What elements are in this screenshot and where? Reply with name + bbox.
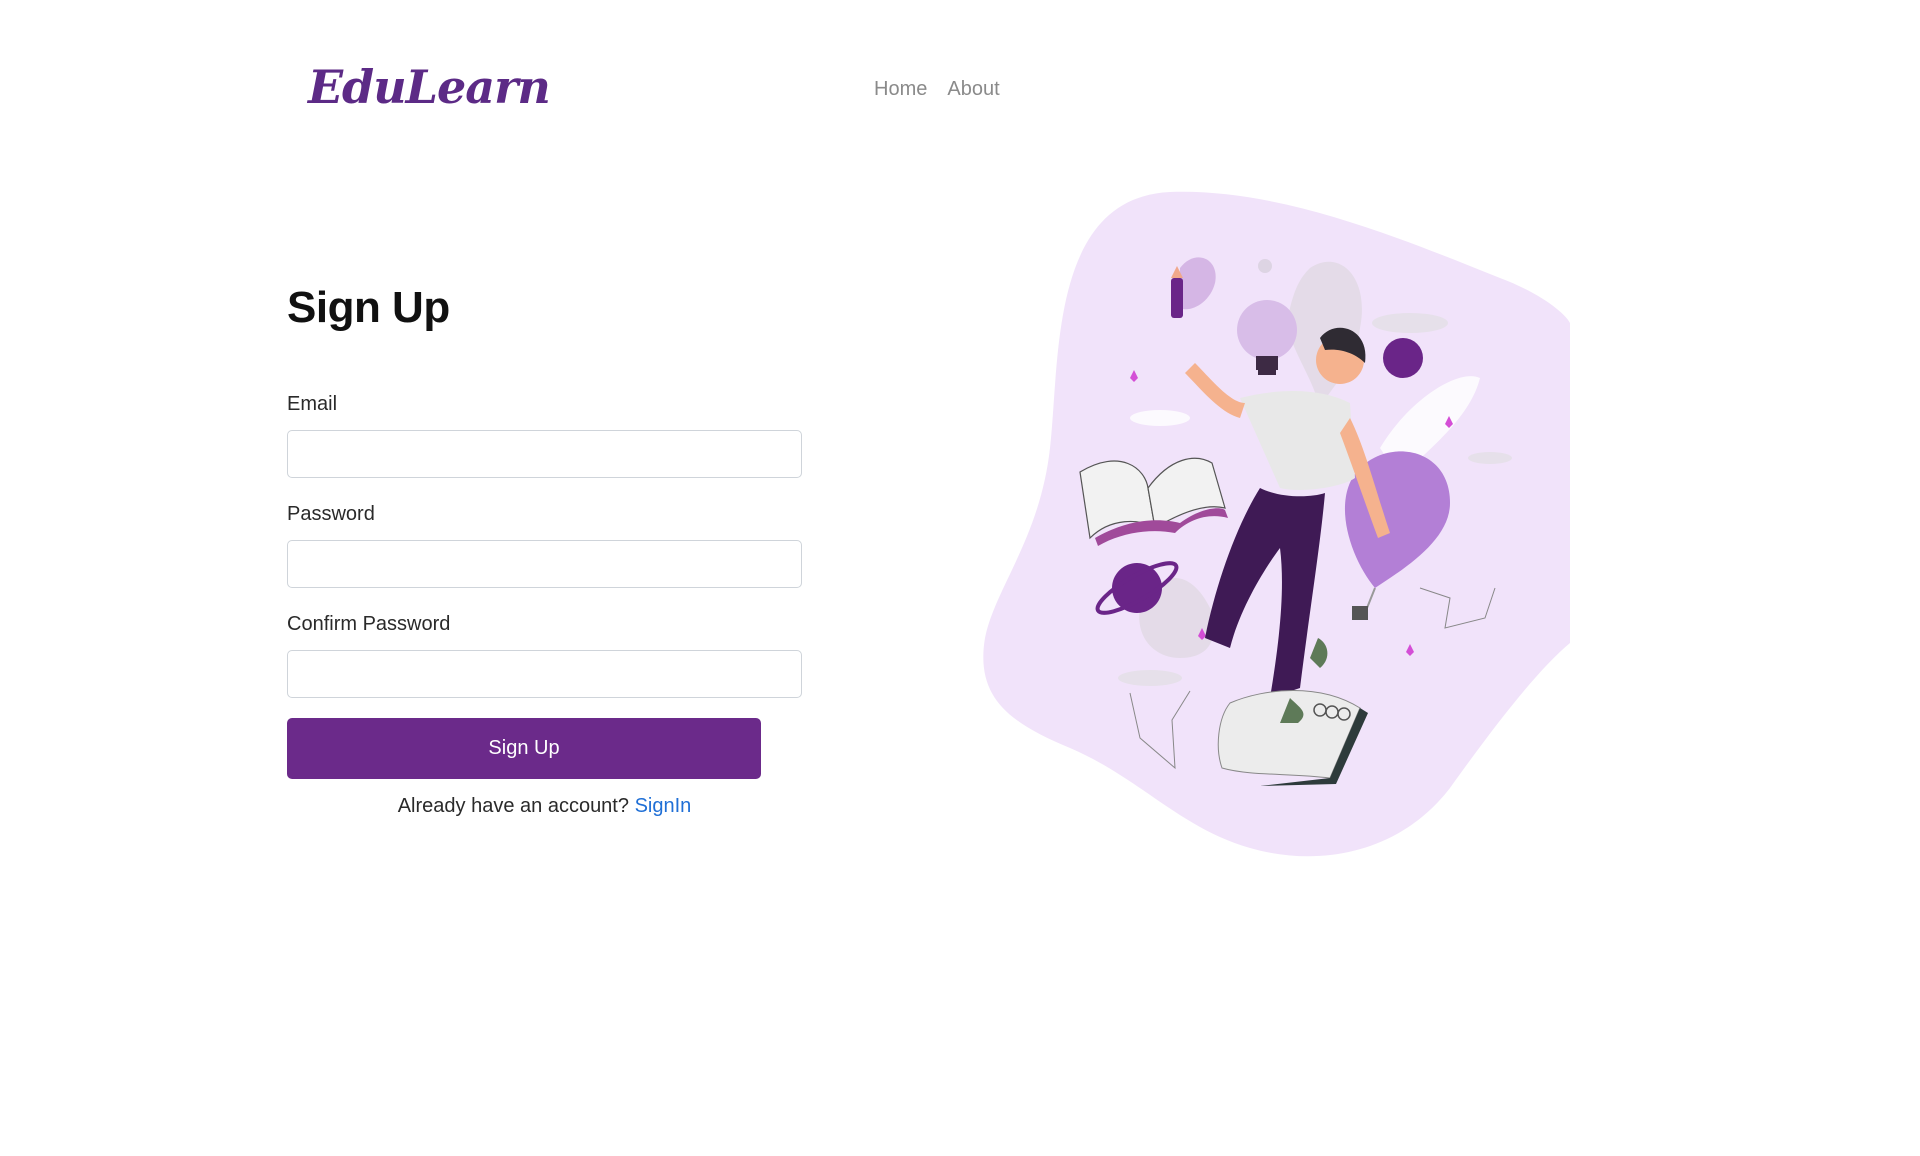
nav-link-about[interactable]: About	[947, 78, 999, 101]
confirm-password-field[interactable]	[287, 650, 802, 698]
student-floating-illustration-icon	[983, 191, 1570, 857]
signin-prompt: Already have an account?	[397, 795, 629, 817]
nav-link-home[interactable]: Home	[874, 78, 927, 101]
password-field[interactable]	[287, 540, 802, 588]
navbar: EduLearn Home About	[0, 0, 1920, 185]
nav-links: Home About	[874, 78, 1000, 101]
email-label: Email	[287, 393, 338, 415]
hero-illustration	[980, 188, 1570, 858]
confirm-password-label: Confirm Password	[287, 613, 451, 635]
signin-link[interactable]: SignIn	[635, 795, 692, 817]
signin-row: Already have an account? SignIn	[287, 795, 802, 818]
page-title: Sign Up	[287, 283, 450, 332]
brand-logo[interactable]: EduLearn	[308, 60, 551, 114]
sign-up-button[interactable]: Sign Up	[287, 718, 761, 779]
password-label: Password	[287, 503, 375, 525]
email-field[interactable]	[287, 430, 802, 478]
signup-form: Sign Up Email Password Confirm Password …	[287, 280, 807, 818]
